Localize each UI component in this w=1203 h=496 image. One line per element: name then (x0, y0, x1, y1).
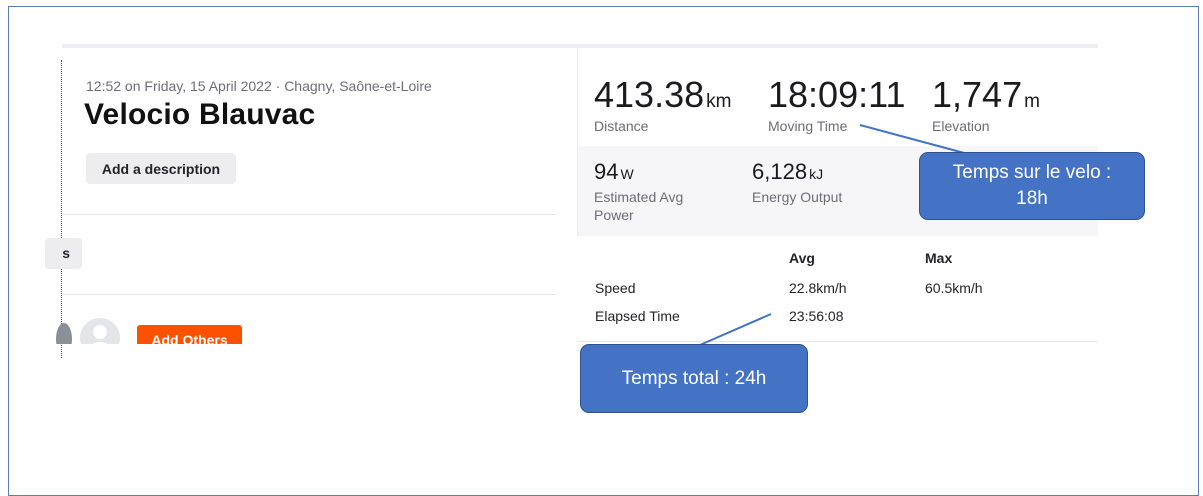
callout-total: Temps total : 24h (621, 367, 767, 389)
moving-time-callout: Temps sur le velo : 18h (919, 152, 1145, 220)
callout-line1: Temps sur le velo : (952, 162, 1112, 183)
callout-line2: 18h (1016, 188, 1048, 209)
total-time-callout: Temps total : 24h (580, 344, 808, 413)
